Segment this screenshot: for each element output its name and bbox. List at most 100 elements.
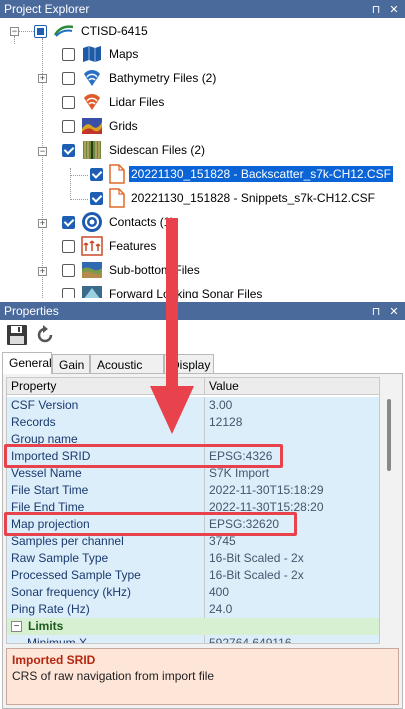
tree-item-file-backscatter[interactable]: 20221130_151828 - Backscatter_s7k-CH12.C… (90, 164, 393, 184)
table-row[interactable]: File Start Time 2022-11-30T15:18:29 (7, 482, 379, 499)
category-row-limits[interactable]: − Limits (7, 618, 379, 635)
column-header-property[interactable]: Property (7, 378, 205, 394)
property-grid-scrollbar[interactable] (381, 377, 399, 644)
file-icon (109, 164, 125, 184)
tree-item-sidescan[interactable]: Sidescan Files (2) (62, 140, 207, 160)
table-row[interactable]: Group name (7, 431, 379, 448)
table-row[interactable]: Minimum X 592764.649116 (7, 635, 379, 643)
tree-checkbox[interactable] (62, 143, 75, 157)
tree-item-grids[interactable]: Grids (62, 116, 140, 136)
refresh-icon[interactable] (32, 322, 58, 348)
pin-icon[interactable]: ⊓ (369, 3, 383, 16)
tree-checkbox-root[interactable] (34, 24, 47, 38)
pin-icon[interactable]: ⊓ (369, 305, 383, 318)
tree-expander-subbottom[interactable]: + (38, 267, 47, 276)
close-icon[interactable]: ✕ (387, 3, 401, 16)
tab-acoustic-file[interactable]: Acoustic file (90, 354, 164, 386)
properties-title: Properties (4, 304, 59, 318)
tree-item-contacts[interactable]: Contacts (1) (62, 212, 176, 232)
grids-icon (81, 115, 103, 137)
properties-header: Properties ⊓ ✕ (0, 302, 405, 320)
property-name: Map projection (7, 516, 205, 533)
subbottom-icon (81, 259, 103, 281)
property-value[interactable]: 3.00 (205, 397, 379, 414)
tree-checkbox[interactable] (62, 71, 75, 85)
property-value[interactable]: 3745 (205, 533, 379, 550)
property-value[interactable]: 16-Bit Scaled - 2x (205, 550, 379, 567)
table-row[interactable]: Records 12128 (7, 414, 379, 431)
table-row[interactable]: CSF Version 3.00 (7, 397, 379, 414)
property-value[interactable]: 592764.649116 (205, 635, 379, 643)
property-name: CSF Version (7, 397, 205, 414)
tree-checkbox[interactable] (62, 287, 75, 298)
property-value[interactable]: 2022-11-30T15:18:29 (205, 482, 379, 499)
tree-item-label: Features (109, 239, 157, 253)
property-value[interactable]: EPSG:4326 (205, 448, 379, 465)
property-name: Vessel Name (7, 465, 205, 482)
tree-item-label: Sub-bottom Files (109, 263, 200, 277)
table-row[interactable]: File End Time 2022-11-30T15:28:20 (7, 499, 379, 516)
table-row[interactable]: Sonar frequency (kHz) 400 (7, 584, 379, 601)
tree-line (18, 31, 34, 32)
tree-item-label: Lidar Files (109, 95, 165, 109)
property-value[interactable]: 12128 (205, 414, 379, 431)
tree-item-label: Grids (109, 119, 138, 133)
property-name: Sonar frequency (kHz) (7, 584, 205, 601)
tree-checkbox[interactable] (62, 239, 75, 253)
table-row[interactable]: Ping Rate (Hz) 24.0 (7, 601, 379, 618)
tree-item-subbottom[interactable]: Sub-bottom Files (62, 260, 202, 280)
tree-root-label: CTISD-6415 (81, 24, 148, 38)
collapse-icon[interactable]: − (11, 621, 22, 632)
property-value[interactable]: EPSG:32620 (205, 516, 379, 533)
close-icon[interactable]: ✕ (387, 305, 401, 318)
save-icon[interactable] (4, 322, 30, 348)
tree-checkbox[interactable] (62, 95, 75, 109)
table-row[interactable]: Raw Sample Type 16-Bit Scaled - 2x (7, 550, 379, 567)
table-row[interactable]: Processed Sample Type 16-Bit Scaled - 2x (7, 567, 379, 584)
description-title: Imported SRID (12, 653, 96, 667)
property-name: File Start Time (7, 482, 205, 499)
lidar-icon (81, 91, 103, 113)
project-tree: − CTISD-6415 Maps + Bathymetry Files (2)… (0, 18, 405, 298)
tree-checkbox[interactable] (90, 191, 103, 205)
table-row[interactable]: Map projection EPSG:32620 (7, 516, 379, 533)
contacts-icon (81, 211, 103, 233)
tree-checkbox[interactable] (62, 215, 75, 229)
tree-item-label: Forward Looking Sonar Files (109, 287, 263, 298)
tree-item-lidar[interactable]: Lidar Files (62, 92, 166, 112)
property-value[interactable]: S7K Import (205, 465, 379, 482)
property-name: Ping Rate (Hz) (7, 601, 205, 618)
tree-checkbox[interactable] (62, 119, 75, 133)
tree-item-features[interactable]: Features (62, 236, 158, 256)
table-row[interactable]: Imported SRID EPSG:4326 (7, 448, 379, 465)
tree-checkbox[interactable] (90, 167, 103, 181)
property-value[interactable]: 24.0 (205, 601, 379, 618)
tree-line (70, 168, 71, 200)
tree-item-label: 20221130_151828 - Snippets_s7k-CH12.CSF (131, 191, 375, 205)
tree-expander-contacts[interactable]: + (38, 219, 47, 228)
table-row[interactable]: Vessel Name S7K Import (7, 465, 379, 482)
property-value[interactable]: 400 (205, 584, 379, 601)
tree-item-fls[interactable]: Forward Looking Sonar Files (62, 284, 264, 298)
property-value[interactable]: 16-Bit Scaled - 2x (205, 567, 379, 584)
tree-expander-bathymetry[interactable]: + (38, 74, 47, 83)
tab-general[interactable]: General (2, 352, 52, 374)
scrollbar-thumb[interactable] (387, 399, 391, 471)
tab-display[interactable]: Display (164, 354, 214, 374)
tree-root[interactable]: CTISD-6415 (34, 21, 150, 41)
tree-checkbox[interactable] (62, 47, 75, 61)
column-header-value[interactable]: Value (205, 378, 379, 394)
tab-gain[interactable]: Gain (52, 354, 90, 374)
table-row[interactable]: Samples per channel 3745 (7, 533, 379, 550)
fls-icon (81, 283, 103, 298)
tree-item-file-snippets[interactable]: 20221130_151828 - Snippets_s7k-CH12.CSF (90, 188, 377, 208)
tree-item-maps[interactable]: Maps (62, 44, 140, 64)
tree-checkbox[interactable] (62, 263, 75, 277)
tree-expander-root[interactable]: − (10, 27, 19, 36)
tree-expander-sidescan[interactable]: − (38, 147, 47, 156)
property-name: Minimum X (7, 635, 205, 643)
property-value[interactable] (205, 431, 379, 448)
features-icon (81, 235, 103, 257)
tree-item-bathymetry[interactable]: Bathymetry Files (2) (62, 68, 218, 88)
property-value[interactable]: 2022-11-30T15:28:20 (205, 499, 379, 516)
